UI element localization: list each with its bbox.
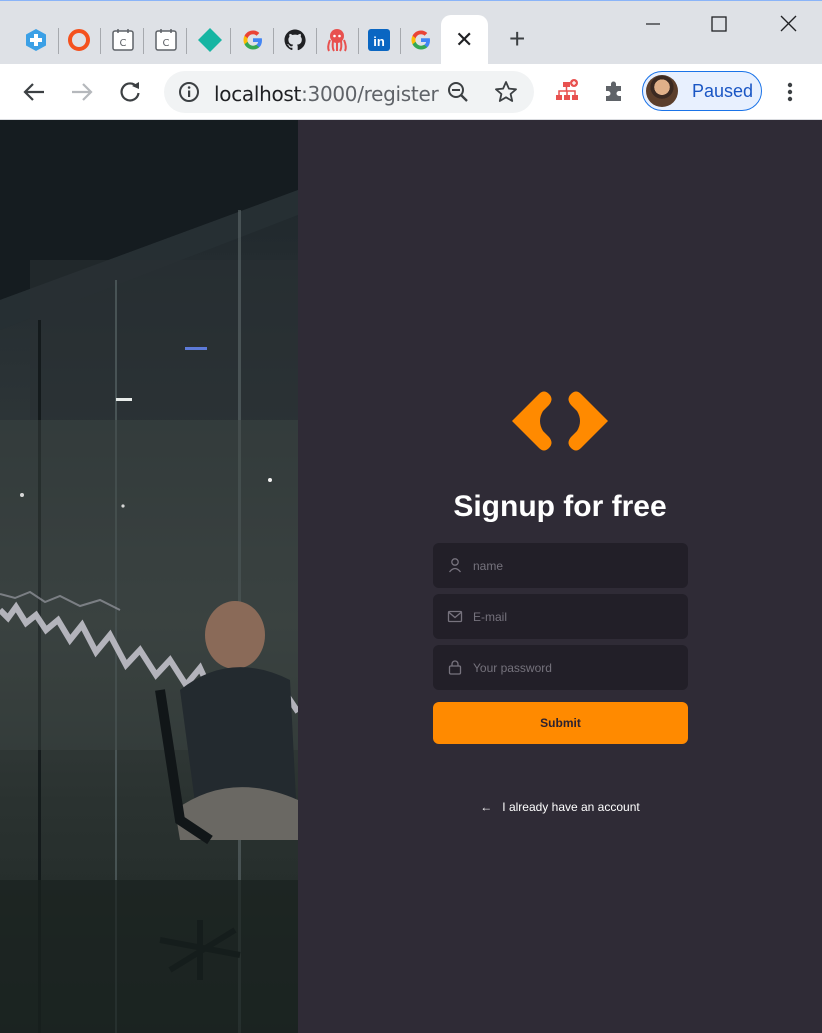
browser-toolbar: localhost:3000/register Paused — [0, 64, 822, 120]
tab-strip: C C in ✕ + — [0, 0, 822, 65]
url-text[interactable]: localhost:3000/register — [214, 82, 439, 106]
tab-separator — [100, 28, 101, 54]
url-host: localhost — [214, 82, 302, 106]
linkedin-letters: in — [373, 34, 385, 49]
brand-chevrons-logo — [512, 391, 608, 451]
tab-page-c-icon[interactable]: C — [110, 27, 136, 53]
password-field[interactable] — [433, 645, 688, 690]
email-input[interactable] — [473, 594, 678, 639]
extensions-puzzle-icon[interactable] — [601, 78, 629, 106]
bookmark-star-icon[interactable] — [494, 80, 518, 109]
extension-sitemap-icon[interactable] — [554, 78, 582, 106]
active-tab[interactable]: ✕ — [441, 15, 488, 65]
profile-status: Paused — [692, 81, 754, 101]
profile-button[interactable]: Paused — [642, 71, 762, 111]
minimize-icon[interactable] — [645, 11, 661, 40]
tab-google-icon[interactable] — [408, 27, 434, 53]
avatar — [646, 75, 678, 107]
forward-arrow-icon[interactable] — [68, 78, 96, 106]
signup-panel: Signup for free Submit ← I already have a… — [298, 120, 822, 1033]
back-arrow-icon: ← — [480, 800, 493, 814]
new-tab-button[interactable]: + — [509, 25, 525, 53]
password-input[interactable] — [473, 645, 678, 690]
mail-icon — [447, 608, 463, 624]
name-input[interactable] — [473, 543, 678, 588]
tab-orange-ring-icon[interactable] — [66, 27, 92, 53]
tab-separator — [230, 28, 231, 54]
maximize-icon[interactable] — [710, 11, 728, 40]
tab-page-c-icon[interactable]: C — [153, 27, 179, 53]
tab-c-letter: C — [163, 38, 170, 49]
address-bar[interactable]: localhost:3000/register — [164, 71, 534, 113]
tab-separator — [400, 28, 401, 54]
tab-separator — [273, 28, 274, 54]
user-icon — [447, 557, 463, 573]
email-field[interactable] — [433, 594, 688, 639]
login-link-label: I already have an account — [502, 800, 640, 814]
login-link[interactable]: ← I already have an account — [298, 800, 822, 814]
zoom-out-icon[interactable] — [447, 81, 469, 108]
tab-separator — [358, 28, 359, 54]
close-tab-icon[interactable]: ✕ — [455, 29, 473, 51]
close-window-icon[interactable] — [779, 11, 799, 40]
tab-google-icon[interactable] — [240, 27, 266, 53]
name-field[interactable] — [433, 543, 688, 588]
submit-button[interactable]: Submit — [433, 702, 688, 744]
url-path: :3000/register — [301, 82, 439, 106]
tab-linkedin-icon[interactable]: in — [366, 27, 392, 53]
tab-separator — [143, 28, 144, 54]
browser-menu-icon[interactable] — [778, 78, 806, 106]
tab-teal-diamond-icon[interactable] — [197, 27, 223, 53]
lock-icon — [447, 659, 463, 675]
tab-separator — [58, 28, 59, 54]
tab-octopus-icon[interactable] — [324, 27, 350, 53]
reload-icon[interactable] — [116, 78, 144, 106]
tab-separator — [186, 28, 187, 54]
tab-github-icon[interactable] — [282, 27, 308, 53]
tab-separator — [316, 28, 317, 54]
background-photo — [0, 120, 298, 1033]
tab-medical-icon[interactable] — [23, 27, 49, 53]
back-arrow-icon[interactable] — [20, 78, 48, 106]
page-title: Signup for free — [453, 490, 667, 523]
site-info-icon[interactable] — [178, 81, 200, 108]
tab-c-letter: C — [120, 38, 127, 49]
